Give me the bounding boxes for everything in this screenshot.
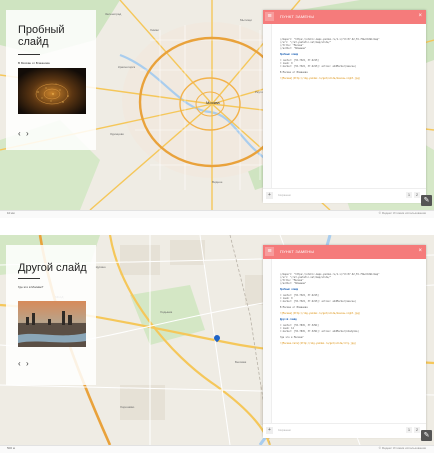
close-icon[interactable]: × — [418, 248, 422, 254]
panel-separator — [0, 218, 434, 235]
place-label: Одинцово — [110, 132, 124, 136]
editor-line: ![Москва](http://img.yandex.ru/get/slide… — [280, 77, 361, 80]
add-icon[interactable]: + — [266, 427, 273, 434]
page-button[interactable]: 1 — [406, 427, 412, 433]
place-label: Химки — [150, 28, 159, 32]
prev-slide-button[interactable]: ‹ — [18, 130, 21, 138]
slide-card: Другой слайд Где это в Москве? ‹ › — [6, 245, 96, 385]
slide-panel-2: МКАД Ходынка Беговая Щукино Хорошёво Сок… — [0, 235, 434, 453]
prev-slide-button[interactable]: ‹ — [18, 360, 21, 368]
next-slide-button[interactable]: › — [26, 130, 29, 138]
save-status: Сохранено — [278, 194, 291, 197]
page-button[interactable]: 2 — [414, 427, 420, 433]
menu-icon[interactable]: ≡ — [265, 247, 274, 256]
title-underline — [18, 54, 40, 55]
pager: 12 — [404, 192, 420, 198]
slide-photo[interactable] — [18, 68, 86, 114]
editor-gutter — [263, 24, 272, 188]
scale-label: 10 км — [7, 211, 15, 215]
editor-header: ≡ ПУНКТ ЗАМЕНЫ × — [263, 10, 426, 24]
copyright-link[interactable]: © Яндекс Условия использования — [379, 446, 426, 450]
page-button[interactable]: 2 — [414, 192, 420, 198]
map-footer: 10 км © Яндекс Условия использования — [0, 210, 434, 218]
editor-line: ![Москва-Сити](http://img.yandex.ru/get/… — [280, 342, 357, 345]
copyright-link[interactable]: © Яндекс Условия использования — [379, 211, 426, 215]
place-label: Мытищи — [240, 18, 252, 22]
markdown-editor: ≡ ПУНКТ ЗАМЕНЫ × //mapurl: "https://stat… — [263, 10, 426, 203]
editor-footer: + Сохранено 12 — [263, 188, 426, 203]
close-icon[interactable]: × — [418, 13, 422, 19]
place-label: Красногорск — [118, 65, 136, 69]
editor-textarea[interactable]: //mapurl: "https://static-maps.yandex.ru… — [263, 24, 426, 188]
editor-textarea[interactable]: //mapurl: "https://static-maps.yandex.ru… — [263, 259, 426, 423]
editor-title: ПУНКТ ЗАМЕНЫ — [280, 249, 315, 254]
pager: 12 — [404, 427, 420, 433]
editor-gutter — [263, 259, 272, 423]
editor-title: ПУНКТ ЗАМЕНЫ — [280, 14, 315, 19]
city-label: Москва — [206, 100, 220, 105]
editor-lines: //mapurl: "https://static-maps.yandex.ru… — [280, 38, 422, 80]
add-icon[interactable]: + — [266, 192, 273, 199]
slide-panel-1: Москва Химки Мытищи Королёв Балашиха Люб… — [0, 0, 434, 218]
place-label: Беговая — [235, 360, 247, 364]
slide-photo[interactable] — [18, 301, 86, 347]
next-slide-button[interactable]: › — [26, 360, 29, 368]
editor-header: ≡ ПУНКТ ЗАМЕНЫ × — [263, 245, 426, 259]
save-status: Сохранено — [278, 429, 291, 432]
slide-subtitle: Где это в Москве? — [18, 285, 44, 289]
slide-subtitle: В Москве от Влажнова — [18, 61, 50, 65]
editor-lines: //mapurl: "https://static-maps.yandex.ru… — [280, 273, 422, 345]
place-label: Хорошёво — [120, 405, 135, 409]
place-label: Видное — [212, 180, 223, 184]
pen-icon[interactable]: ✎ — [421, 430, 432, 441]
place-label: Зеленоград — [105, 12, 122, 16]
slide-title: Другой слайд — [18, 262, 87, 274]
place-label: Ходынка — [160, 310, 173, 314]
markdown-editor: ≡ ПУНКТ ЗАМЕНЫ × //mapurl: "https://stat… — [263, 245, 426, 438]
slide-card: Пробный слайд В Москве от Влажнова ‹ › — [6, 10, 96, 150]
title-underline — [18, 278, 40, 279]
slide-title: Пробный слайд — [18, 24, 65, 48]
menu-icon[interactable]: ≡ — [265, 12, 274, 21]
scale-label: 500 м — [7, 446, 15, 450]
pen-icon[interactable]: ✎ — [421, 195, 432, 206]
editor-footer: + Сохранено 12 — [263, 423, 426, 438]
page-button[interactable]: 1 — [406, 192, 412, 198]
map-footer: 500 м © Яндекс Условия использования — [0, 445, 434, 453]
